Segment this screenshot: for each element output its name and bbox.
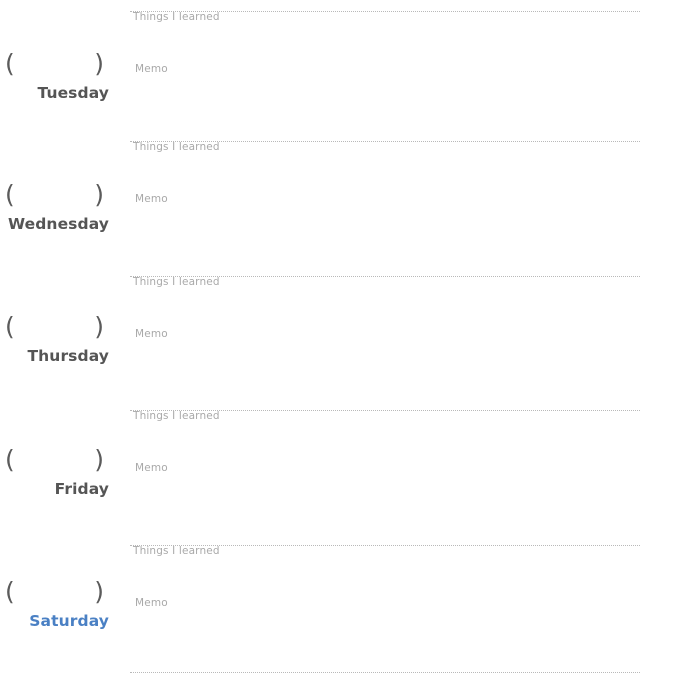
things-i-learned-label-thursday: Things I learned [133,276,220,288]
things-i-learned-label-tuesday: Things I learned [133,11,220,23]
things-i-learned-area-thursday[interactable] [133,290,641,326]
day-name-wednesday: Wednesday [7,215,109,233]
day-label-column: ( ) Saturday [0,579,112,631]
day-name-friday: Friday [54,480,109,498]
memo-label-wednesday: Memo [135,193,168,205]
day-label-column: ( ) Wednesday [0,182,112,234]
memo-area-saturday[interactable] [133,611,641,669]
day-row: ( ) Saturday Things I learned Memo [0,545,680,679]
things-i-learned-area-saturday[interactable] [133,559,641,595]
day-row: ( ) Thursday Things I learned Memo [0,276,680,410]
things-i-learned-area-tuesday[interactable] [133,25,641,61]
things-i-learned-label-saturday: Things I learned [133,545,220,557]
day-name-thursday: Thursday [27,347,109,365]
day-row: ( ) Friday Things I learned Memo [0,410,680,544]
memo-label-tuesday: Memo [135,63,168,75]
things-i-learned-label-friday: Things I learned [133,410,220,422]
date-input-saturday[interactable]: ( ) [0,579,112,605]
date-input-friday[interactable]: ( ) [0,447,112,473]
things-i-learned-area-wednesday[interactable] [133,155,641,191]
memo-area-wednesday[interactable] [133,207,641,269]
weekly-planner-page: ( ) Tuesday Things I learned Memo ( ) We… [0,0,680,680]
day-name-tuesday: Tuesday [37,84,109,102]
day-row: ( ) Tuesday Things I learned Memo [0,11,680,145]
date-input-wednesday[interactable]: ( ) [0,182,112,208]
memo-label-thursday: Memo [135,328,168,340]
memo-label-saturday: Memo [135,597,168,609]
memo-area-thursday[interactable] [133,342,641,404]
day-label-column: ( ) Friday [0,447,112,499]
things-i-learned-label-wednesday: Things I learned [133,141,220,153]
things-i-learned-area-friday[interactable] [133,424,641,460]
day-label-column: ( ) Tuesday [0,51,112,103]
date-input-thursday[interactable]: ( ) [0,314,112,340]
memo-area-friday[interactable] [133,476,641,538]
day-label-column: ( ) Thursday [0,314,112,366]
memo-label-friday: Memo [135,462,168,474]
day-row: ( ) Wednesday Things I learned Memo [0,141,680,275]
day-name-saturday: Saturday [29,612,109,630]
memo-area-tuesday[interactable] [133,77,641,137]
date-input-tuesday[interactable]: ( ) [0,51,112,77]
